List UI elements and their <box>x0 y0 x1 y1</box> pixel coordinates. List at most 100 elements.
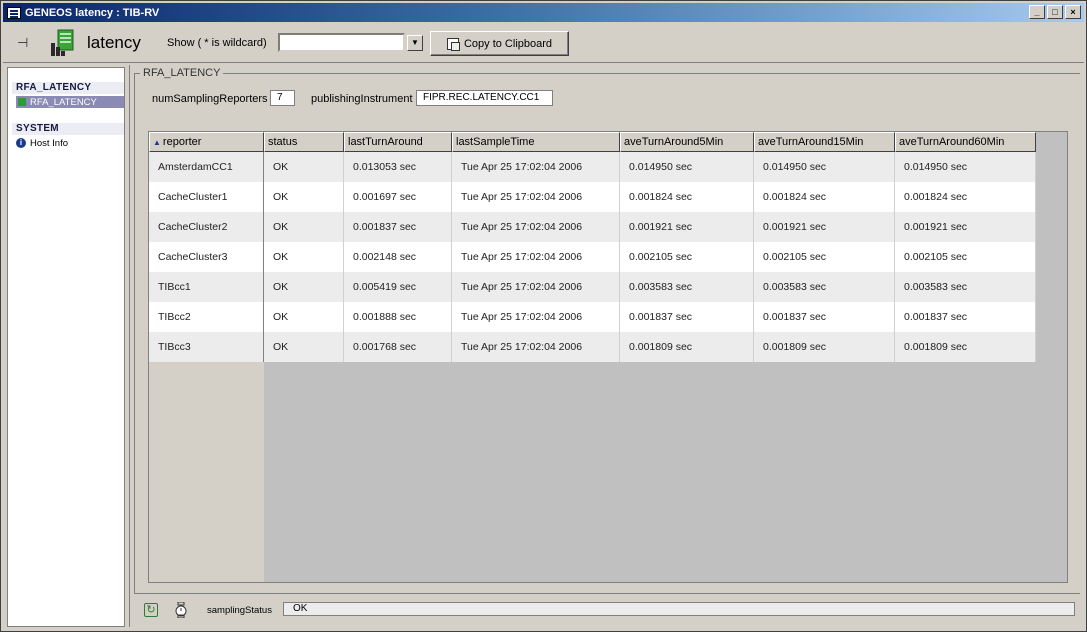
latency-dataview-icon <box>51 29 74 56</box>
column-header-last-sample-time[interactable]: lastSampleTime <box>452 132 620 152</box>
sampling-status-value: OK <box>283 602 1075 616</box>
table-cell[interactable]: 0.003583 sec <box>754 272 895 302</box>
table-cell[interactable]: Tue Apr 25 17:02:04 2006 <box>452 272 620 302</box>
table-cell[interactable]: CacheCluster3 <box>149 242 264 272</box>
table-cell[interactable]: 0.001697 sec <box>344 182 452 212</box>
column-header-status[interactable]: status <box>264 132 344 152</box>
table-row[interactable]: AmsterdamCC1 OK 0.013053 sec Tue Apr 25 17:… <box>149 152 1036 182</box>
table-cell[interactable]: 0.001809 sec <box>895 332 1036 362</box>
maximize-button[interactable]: □ <box>1047 5 1063 19</box>
minimize-button[interactable]: _ <box>1029 5 1045 19</box>
table-cell[interactable]: OK <box>264 152 344 182</box>
table-cell[interactable]: OK <box>264 302 344 332</box>
tree-section-label: RFA_LATENCY <box>16 82 92 93</box>
table-cell[interactable]: Tue Apr 25 17:02:04 2006 <box>452 182 620 212</box>
pin-icon[interactable]: ⊣ <box>17 35 28 51</box>
column-header-reporter[interactable]: ▲ reporter <box>149 132 264 152</box>
table-cell[interactable]: OK <box>264 212 344 242</box>
table-row[interactable]: TIBcc2 OK 0.001888 sec Tue Apr 25 17:02:04 … <box>149 302 1036 332</box>
table-cell[interactable]: 0.003583 sec <box>620 272 754 302</box>
sort-ascending-icon: ▲ <box>153 138 161 147</box>
refresh-icon[interactable]: ↻ <box>144 603 158 617</box>
copy-to-clipboard-label: Copy to Clipboard <box>463 37 553 50</box>
group-label: RFA_LATENCY <box>140 67 224 79</box>
table-cell[interactable]: AmsterdamCC1 <box>149 152 264 182</box>
table-cell[interactable]: OK <box>264 272 344 302</box>
column-header-ave-turn-around-60min[interactable]: aveTurnAround60Min <box>895 132 1036 152</box>
window-title: GENEOS latency : TIB-RV <box>25 6 160 19</box>
table-row[interactable]: TIBcc3 OK 0.001768 sec Tue Apr 25 17:02:04 … <box>149 332 1036 362</box>
table-cell[interactable]: TIBcc3 <box>149 332 264 362</box>
close-button[interactable]: × <box>1065 5 1081 19</box>
table-row[interactable]: CacheCluster2 OK 0.001837 sec Tue Apr 25 17… <box>149 212 1036 242</box>
publishing-instrument-value: FIPR.REC.LATENCY.CC1 <box>416 90 553 106</box>
tree-item-rfa-latency[interactable]: RFA_LATENCY <box>16 96 124 108</box>
status-bar: ↻ samplingStatus OK <box>130 597 1080 621</box>
data-table: ▲ reporter status lastTurnAround lastSamp… <box>148 131 1068 583</box>
table-cell[interactable]: 0.001768 sec <box>344 332 452 362</box>
table-cell[interactable]: 0.014950 sec <box>895 152 1036 182</box>
info-icon: i <box>16 138 26 148</box>
app-window-icon <box>7 6 21 19</box>
column-label: reporter <box>162 136 202 148</box>
chevron-down-icon: ▼ <box>411 38 419 47</box>
table-cell[interactable]: 0.014950 sec <box>754 152 895 182</box>
table-cell[interactable]: OK <box>264 332 344 362</box>
toolbar: ⊣ latency Show ( * is wildcard) ▼ Copy t… <box>3 23 1084 63</box>
stopwatch-icon[interactable] <box>175 602 187 618</box>
tree-item-label: RFA_LATENCY <box>30 96 97 108</box>
table-cell[interactable]: OK <box>264 242 344 272</box>
copy-icon <box>446 37 460 51</box>
show-filter-dropdown[interactable]: ▼ <box>407 35 423 51</box>
tree-item-host-info[interactable]: i Host Info <box>16 137 124 149</box>
title-bar[interactable]: GENEOS latency : TIB-RV _ □ × <box>3 3 1084 22</box>
column-header-last-turn-around[interactable]: lastTurnAround <box>344 132 452 152</box>
dataview-panel: RFA_LATENCY numSamplingReporters 7 publi… <box>129 65 1084 627</box>
table-cell[interactable]: 0.001837 sec <box>344 212 452 242</box>
table-cell[interactable]: 0.013053 sec <box>344 152 452 182</box>
table-cell[interactable]: 0.001837 sec <box>620 302 754 332</box>
table-cell[interactable]: 0.001888 sec <box>344 302 452 332</box>
table-cell[interactable]: 0.001824 sec <box>895 182 1036 212</box>
table-cell[interactable]: CacheCluster1 <box>149 182 264 212</box>
table-cell[interactable]: 0.001809 sec <box>620 332 754 362</box>
column-header-ave-turn-around-5min[interactable]: aveTurnAround5Min <box>620 132 754 152</box>
table-cell[interactable]: 0.014950 sec <box>620 152 754 182</box>
table-cell[interactable]: 0.001809 sec <box>754 332 895 362</box>
table-cell[interactable]: 0.001921 sec <box>754 212 895 242</box>
table-cell[interactable]: 0.003583 sec <box>895 272 1036 302</box>
show-filter-input[interactable] <box>278 33 405 52</box>
green-square-icon <box>18 98 26 106</box>
table-cell[interactable]: CacheCluster2 <box>149 212 264 242</box>
app-window: GENEOS latency : TIB-RV _ □ × ⊣ latency … <box>0 0 1087 632</box>
navigation-tree: RFA_LATENCY RFA_LATENCY SYSTEM i Host In… <box>7 67 125 627</box>
table-cell[interactable]: 0.002105 sec <box>620 242 754 272</box>
table-cell[interactable]: 0.002105 sec <box>754 242 895 272</box>
table-cell[interactable]: 0.001921 sec <box>895 212 1036 242</box>
table-cell[interactable]: 0.001921 sec <box>620 212 754 242</box>
table-row[interactable]: TIBcc1 OK 0.005419 sec Tue Apr 25 17:02:04 … <box>149 272 1036 302</box>
table-cell[interactable]: 0.002105 sec <box>895 242 1036 272</box>
table-cell[interactable]: 0.001837 sec <box>754 302 895 332</box>
table-cell[interactable]: 0.001837 sec <box>895 302 1036 332</box>
table-cell[interactable]: TIBcc2 <box>149 302 264 332</box>
copy-to-clipboard-button[interactable]: Copy to Clipboard <box>430 31 569 56</box>
publishing-instrument-label: publishingInstrument <box>311 93 413 105</box>
table-cell[interactable]: Tue Apr 25 17:02:04 2006 <box>452 152 620 182</box>
table-cell[interactable]: 0.001824 sec <box>754 182 895 212</box>
table-cell[interactable]: Tue Apr 25 17:02:04 2006 <box>452 242 620 272</box>
table-row[interactable]: CacheCluster1 OK 0.001697 sec Tue Apr 25 17… <box>149 182 1036 212</box>
table-row[interactable]: CacheCluster3 OK 0.002148 sec Tue Apr 25 17… <box>149 242 1036 272</box>
table-cell[interactable]: Tue Apr 25 17:02:04 2006 <box>452 332 620 362</box>
column-header-ave-turn-around-15min[interactable]: aveTurnAround15Min <box>754 132 895 152</box>
table-cell[interactable]: OK <box>264 182 344 212</box>
table-cell[interactable]: TIBcc1 <box>149 272 264 302</box>
table-cell[interactable]: 0.002148 sec <box>344 242 452 272</box>
show-filter-label: Show ( * is wildcard) <box>167 37 267 49</box>
table-cell[interactable]: Tue Apr 25 17:02:04 2006 <box>452 212 620 242</box>
table-cell[interactable]: Tue Apr 25 17:02:04 2006 <box>452 302 620 332</box>
table-cell[interactable]: 0.005419 sec <box>344 272 452 302</box>
dataview-title: latency <box>87 33 141 52</box>
table-cell[interactable]: 0.001824 sec <box>620 182 754 212</box>
table-header: ▲ reporter status lastTurnAround lastSamp… <box>149 132 1036 152</box>
